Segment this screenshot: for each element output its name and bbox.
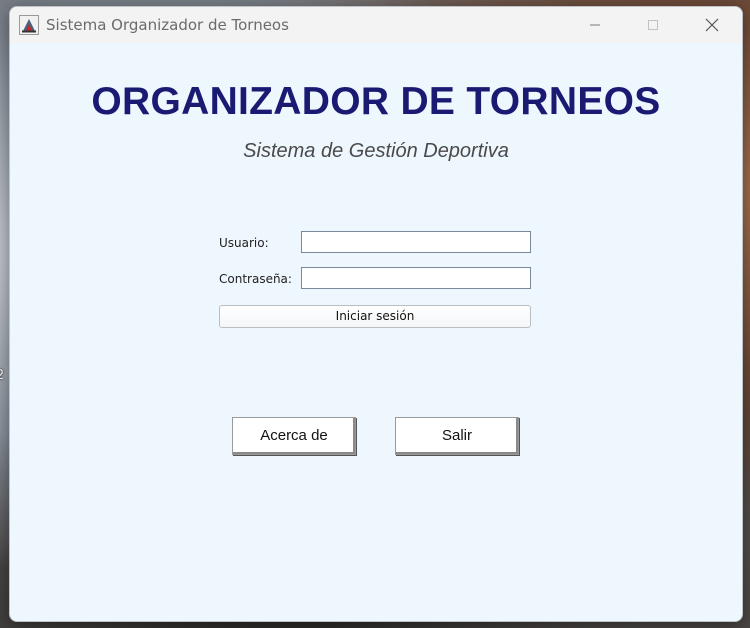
page-subtitle: Sistema de Gestión Deportiva <box>243 140 509 162</box>
minimize-icon <box>589 19 601 31</box>
close-icon <box>705 18 719 32</box>
password-label: Contraseña: <box>219 272 292 286</box>
java-coffee-cup-icon[interactable] <box>19 15 39 35</box>
desktop-edge-text: 2 <box>0 368 5 383</box>
username-label: Usuario: <box>219 236 269 250</box>
window-title: Sistema Organizador de Torneos <box>46 16 289 34</box>
minimize-button[interactable] <box>572 7 618 43</box>
app-window: Sistema Organizador de Torneos ORGANIZAD… <box>9 6 743 622</box>
exit-button[interactable]: Salir <box>395 417 519 455</box>
password-input[interactable] <box>301 267 531 289</box>
about-button[interactable]: Acerca de <box>232 417 356 455</box>
login-button[interactable]: Iniciar sesión <box>219 305 531 328</box>
maximize-icon <box>647 19 659 31</box>
page-title: ORGANIZADOR DE TORNEOS <box>91 80 661 123</box>
close-button[interactable] <box>689 7 735 43</box>
title-bar[interactable]: Sistema Organizador de Torneos <box>10 7 742 43</box>
maximize-button[interactable] <box>630 7 676 43</box>
username-input[interactable] <box>301 231 531 253</box>
